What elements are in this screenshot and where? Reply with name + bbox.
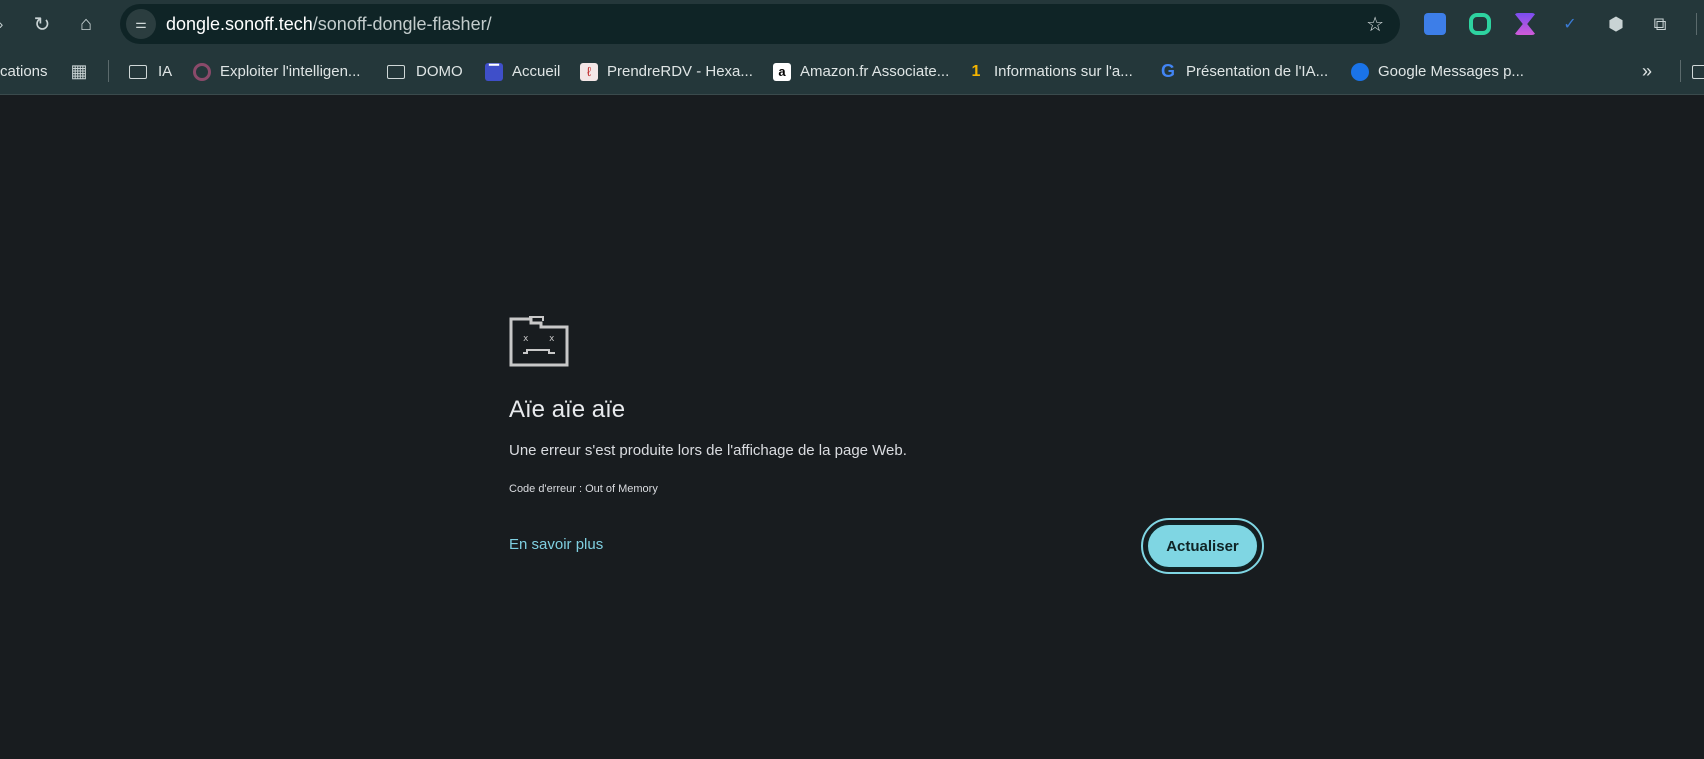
bookmark-presentation[interactable]: G Présentation de l'IA... [1159, 48, 1328, 95]
bookmark-label: Présentation de l'IA... [1186, 63, 1329, 80]
amazon-favicon-icon: a [773, 62, 791, 81]
bookmark-label: IA [158, 63, 173, 80]
url-host: dongle.sonoff.tech [166, 13, 313, 34]
error-title: Aïe aïe aïe [509, 396, 626, 423]
extension-hexagon-icon[interactable]: ⬢ [1604, 12, 1628, 36]
error-description: Une erreur s'est produite lors de l'affi… [509, 442, 907, 459]
messages-favicon-icon [1351, 62, 1369, 81]
learn-more-link[interactable]: En savoir plus [509, 536, 603, 553]
reload-icon[interactable]: ↻ [28, 10, 56, 38]
circle-favicon-icon [193, 62, 211, 81]
extension-hourglass-icon[interactable] [1514, 13, 1536, 35]
google-one-favicon-icon: 1 [971, 62, 981, 80]
extension-d-icon[interactable] [1469, 13, 1491, 35]
bookmark-accueil[interactable]: ▔ Accueil [485, 48, 560, 95]
svg-text:x: x [523, 334, 529, 344]
bookmark-label: DOMO [416, 63, 463, 80]
sad-folder-icon: x x [509, 316, 569, 367]
url-path: /sonoff-dongle-flasher/ [312, 13, 492, 34]
bookmark-exploiter[interactable]: Exploiter l'intelligen... [193, 48, 360, 95]
svg-text:x: x [549, 334, 555, 344]
bookmarks-separator [1680, 60, 1681, 82]
bookmark-applications[interactable]: cations [0, 48, 48, 95]
bookmark-label: PrendreRDV - Hexa... [607, 63, 753, 80]
reload-button[interactable]: Actualiser [1141, 518, 1264, 574]
hexa-favicon-icon: ℓ [580, 62, 598, 81]
folder-icon [387, 64, 405, 79]
bookmarks-overflow-button[interactable]: » [1642, 48, 1652, 95]
bookmarks-separator [108, 60, 109, 82]
extensions-puzzle-icon[interactable]: ⧉ [1648, 12, 1672, 36]
bookmark-label: Accueil [512, 63, 561, 80]
bookmark-label: cations [0, 63, 48, 80]
error-code: Code d'erreur : Out of Memory [509, 483, 658, 495]
address-bar[interactable]: ⚌ dongle.sonoff.tech/sonoff-dongle-flash… [120, 4, 1400, 44]
extension-phone-icon[interactable]: ✓ [1558, 12, 1582, 36]
site-settings-icon[interactable]: ⚌ [126, 9, 156, 39]
bookmark-amazon[interactable]: a Amazon.fr Associate... [773, 48, 949, 95]
bookmark-google-messages[interactable]: Google Messages p... [1351, 48, 1524, 95]
bookmark-informations[interactable]: 1 Informations sur l'a... [967, 48, 1133, 95]
forward-icon[interactable]: › [0, 12, 6, 36]
all-bookmarks-folder-icon[interactable] [1692, 65, 1704, 79]
google-favicon-icon: G [1160, 61, 1175, 81]
url-text[interactable]: dongle.sonoff.tech/sonoff-dongle-flasher… [166, 14, 492, 35]
reload-button-label: Actualiser [1146, 523, 1259, 569]
browser-toolbar: › ↻ ⌂ ⚌ dongle.sonoff.tech/sonoff-dongle… [0, 0, 1704, 48]
bookmark-label: Google Messages p... [1378, 63, 1524, 80]
extension-arrow-icon[interactable] [1424, 13, 1446, 35]
folder-icon [129, 64, 147, 79]
bookmark-domo[interactable]: DOMO [387, 48, 463, 95]
apps-grid-icon[interactable]: ▦ [68, 60, 90, 82]
bookmark-label: Exploiter l'intelligen... [220, 63, 361, 80]
bookmark-star-icon[interactable]: ☆ [1366, 12, 1384, 37]
bookmark-label: Amazon.fr Associate... [800, 63, 950, 80]
toolbar-separator [1696, 13, 1697, 35]
accueil-favicon-icon: ▔ [485, 62, 503, 81]
overflow-chevron-icon: » [1642, 61, 1653, 81]
bookmark-prendrerdv[interactable]: ℓ PrendreRDV - Hexa... [580, 48, 753, 95]
bookmark-ia[interactable]: IA [129, 48, 172, 95]
bookmark-label: Informations sur l'a... [994, 63, 1133, 80]
home-icon[interactable]: ⌂ [72, 10, 100, 38]
